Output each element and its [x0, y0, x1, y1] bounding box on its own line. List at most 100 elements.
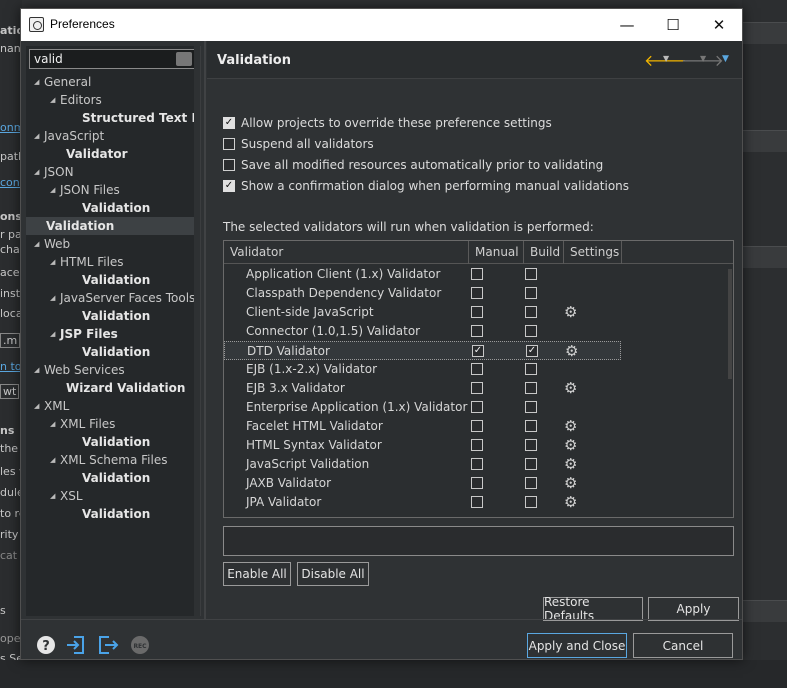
scrollbar-thumb[interactable] [728, 269, 732, 379]
expand-arrow-icon[interactable]: ◢ [50, 289, 60, 307]
build-checkbox[interactable] [525, 458, 537, 470]
option-save-modified[interactable]: Save all modified resources automaticall… [223, 156, 603, 174]
tree-item[interactable]: ◢ XML Files [26, 415, 194, 433]
expand-arrow-icon[interactable]: ◢ [50, 253, 60, 271]
tree-item[interactable]: ◢ JSON Files [26, 181, 194, 199]
expand-arrow-icon[interactable]: ◢ [34, 163, 44, 181]
tree-item[interactable]: Validation [26, 307, 194, 325]
expand-arrow-icon[interactable]: ◢ [34, 235, 44, 253]
record-icon[interactable]: REC [129, 634, 151, 656]
expand-arrow-icon[interactable]: ◢ [50, 325, 60, 343]
table-row[interactable]: EJB 3.x Validator ⚙ [224, 379, 733, 398]
tree-item[interactable]: Validation [26, 217, 194, 235]
filter-input[interactable] [29, 49, 196, 69]
tree-item[interactable]: ◢ Editors [26, 91, 194, 109]
build-checkbox[interactable] [525, 268, 537, 280]
gear-icon[interactable]: ⚙ [564, 303, 577, 322]
manual-checkbox[interactable] [471, 420, 483, 432]
pane-sash[interactable] [204, 41, 206, 619]
build-checkbox[interactable] [525, 439, 537, 451]
column-header-validator[interactable]: Validator [224, 241, 469, 264]
column-header-manual[interactable]: Manual [469, 241, 524, 264]
gear-icon[interactable]: ⚙ [565, 342, 578, 361]
option-suspend-all[interactable]: Suspend all validators [223, 135, 374, 153]
manual-checkbox[interactable] [471, 439, 483, 451]
build-checkbox[interactable] [525, 363, 537, 375]
expand-arrow-icon[interactable]: ◢ [50, 415, 60, 433]
cancel-button[interactable]: Cancel [633, 633, 733, 658]
expand-arrow-icon[interactable]: ◢ [50, 487, 60, 505]
manual-checkbox[interactable] [471, 477, 483, 489]
gear-icon[interactable]: ⚙ [564, 493, 577, 512]
tree-scrollbar[interactable] [194, 46, 200, 616]
expand-arrow-icon[interactable]: ◢ [34, 397, 44, 415]
tree-item[interactable]: ◢ XML Schema Files [26, 451, 194, 469]
manual-checkbox[interactable] [471, 363, 483, 375]
export-icon[interactable] [97, 634, 119, 656]
expand-arrow-icon[interactable]: ◢ [34, 73, 44, 91]
tree-item[interactable]: ◢ Web Services [26, 361, 194, 379]
tree-item[interactable]: Validation [26, 433, 194, 451]
apply-button[interactable]: Apply [648, 597, 739, 621]
tree-item[interactable]: ◢ XSL [26, 487, 194, 505]
gear-icon[interactable]: ⚙ [564, 474, 577, 493]
clear-filter-icon[interactable] [176, 52, 192, 66]
checkbox-icon[interactable]: ✓ [223, 180, 235, 192]
tree-item[interactable]: Structured Text Edi [26, 109, 194, 127]
title-bar[interactable]: Preferences — ☐ ✕ [21, 9, 742, 41]
manual-checkbox[interactable] [471, 496, 483, 508]
column-header-build[interactable]: Build [524, 241, 564, 264]
disable-all-button[interactable]: Disable All [297, 562, 369, 586]
table-scrollbar[interactable] [727, 265, 733, 517]
close-button[interactable]: ✕ [696, 9, 742, 41]
expand-arrow-icon[interactable]: ◢ [50, 91, 60, 109]
manual-checkbox[interactable]: ✓ [472, 345, 484, 357]
help-icon[interactable]: ? [35, 634, 57, 656]
table-row[interactable]: JPA Validator ⚙ [224, 493, 733, 512]
tree-item[interactable]: Validation [26, 469, 194, 487]
manual-checkbox[interactable] [471, 306, 483, 318]
tree-item[interactable]: Validation [26, 271, 194, 289]
manual-checkbox[interactable] [471, 401, 483, 413]
gear-icon[interactable]: ⚙ [564, 436, 577, 455]
table-row[interactable]: EJB (1.x-2.x) Validator [224, 360, 733, 379]
forward-dropdown-icon[interactable]: ▼ [700, 54, 706, 63]
tree-item[interactable]: ◢ JavaScript [26, 127, 194, 145]
option-confirm-dialog[interactable]: ✓ Show a confirmation dialog when perform… [223, 177, 629, 195]
table-row[interactable]: Classpath Dependency Validator [224, 284, 733, 303]
table-row[interactable]: HTML Syntax Validator ⚙ [224, 436, 733, 455]
table-row[interactable]: JAXB Validator ⚙ [224, 474, 733, 493]
view-menu-icon[interactable]: ▼ [722, 54, 729, 64]
checkbox-icon[interactable] [223, 159, 235, 171]
back-dropdown-icon[interactable]: ▼ [663, 54, 669, 63]
apply-and-close-button[interactable]: Apply and Close [527, 633, 627, 658]
tree-item[interactable]: ◢ JSON [26, 163, 194, 181]
gear-icon[interactable]: ⚙ [564, 379, 577, 398]
checkbox-icon[interactable]: ✓ [223, 117, 235, 129]
expand-arrow-icon[interactable]: ◢ [50, 181, 60, 199]
manual-checkbox[interactable] [471, 268, 483, 280]
option-allow-override[interactable]: ✓ Allow projects to override these prefer… [223, 114, 552, 132]
checkbox-icon[interactable] [223, 138, 235, 150]
table-row[interactable]: JavaScript Validation ⚙ [224, 455, 733, 474]
restore-defaults-button[interactable]: Restore Defaults [543, 595, 643, 623]
tree-item[interactable]: ◢ HTML Files [26, 253, 194, 271]
manual-checkbox[interactable] [471, 382, 483, 394]
table-row[interactable]: Client-side JavaScript ⚙ [224, 303, 733, 322]
gear-icon[interactable]: ⚙ [564, 417, 577, 436]
table-row[interactable]: Connector (1.0,1.5) Validator [224, 322, 733, 341]
manual-checkbox[interactable] [471, 287, 483, 299]
maximize-button[interactable]: ☐ [650, 9, 696, 41]
build-checkbox[interactable] [525, 477, 537, 489]
tree-item[interactable]: ◢ JSP Files [26, 325, 194, 343]
build-checkbox[interactable] [525, 382, 537, 394]
tree-item[interactable]: ◢ XML [26, 397, 194, 415]
minimize-button[interactable]: — [604, 9, 650, 41]
import-icon[interactable] [65, 634, 87, 656]
build-checkbox[interactable] [525, 496, 537, 508]
expand-arrow-icon[interactable]: ◢ [50, 451, 60, 469]
build-checkbox[interactable] [525, 401, 537, 413]
manual-checkbox[interactable] [471, 325, 483, 337]
table-row[interactable]: DTD Validator ✓ ✓ ⚙ [224, 341, 621, 360]
enable-all-button[interactable]: Enable All [223, 562, 291, 586]
